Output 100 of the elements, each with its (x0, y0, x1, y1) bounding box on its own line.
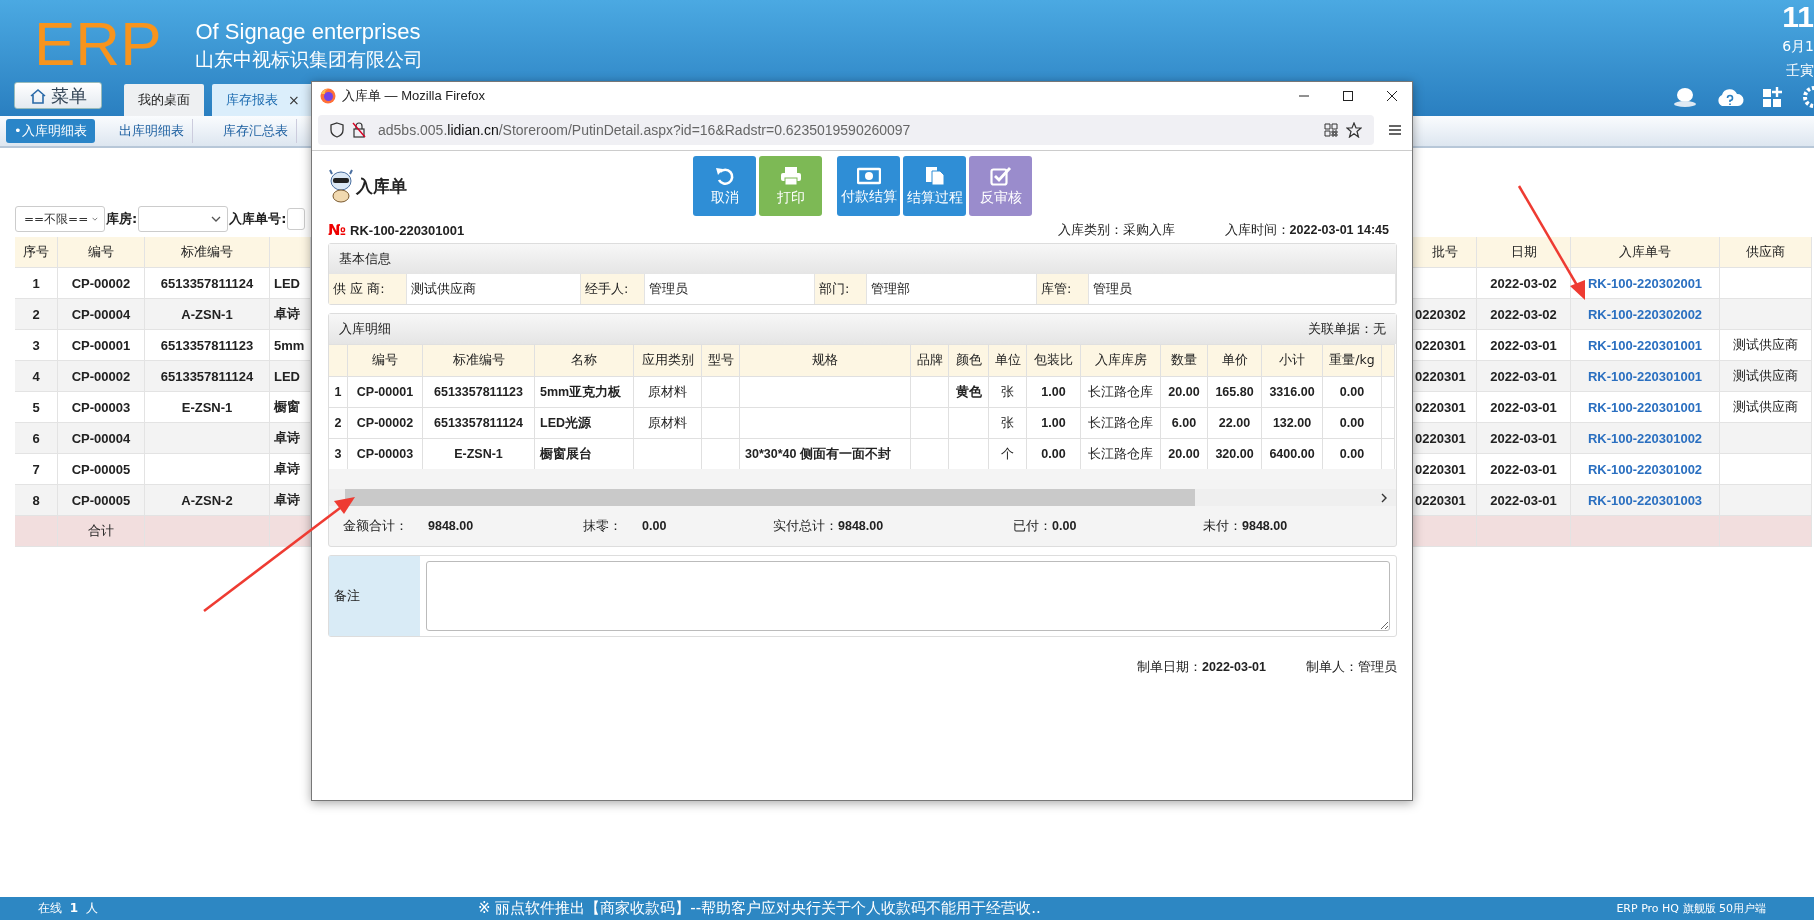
table-cell: 8 (15, 485, 58, 516)
table-cell: 4 (15, 361, 58, 392)
total-item: 未付：9848.00 (1203, 517, 1288, 535)
caret-icon (92, 216, 98, 222)
field-label: 供 应 商: (329, 274, 407, 304)
table-cell (911, 438, 949, 469)
order-link[interactable]: RK-100-220301001 (1571, 361, 1720, 392)
linked-docs-label: 关联单据： (1308, 320, 1373, 338)
table-cell: 长江路仓库 (1081, 407, 1161, 438)
sub-tab[interactable]: •入库明细表 (6, 119, 95, 143)
type-value: 采购入库 (1122, 221, 1175, 239)
close-icon[interactable] (1386, 90, 1398, 102)
column-header: 编号 (348, 344, 423, 376)
order-number-field[interactable] (287, 208, 306, 230)
table-cell: CP-00004 (58, 299, 145, 330)
type-label: 入库类别： (1057, 221, 1123, 239)
field-value: 管理员 (1089, 274, 1396, 304)
table-cell: 0220301 (1413, 361, 1477, 392)
total-item: 抹零： 0.00 (583, 517, 668, 535)
column-header: 编号 (58, 237, 145, 268)
tab[interactable]: 库存报表 × (212, 84, 314, 116)
table-cell: 卓诗 (270, 299, 311, 330)
created-by: 制单人：管理员 (1306, 659, 1397, 676)
remark-field[interactable] (426, 561, 1390, 631)
warehouse-label: 库房: (106, 210, 138, 228)
address-bar[interactable]: ad5bs.005.lidian.cn/Storeroom/PutinDetail.aspx?id=16&Radstr=0.6235019590260097 (318, 115, 1374, 145)
table-cell: A-ZSN-1 (145, 299, 270, 330)
column-header: 标准编号 (145, 237, 270, 268)
table-cell: 0.00 (1027, 438, 1081, 469)
column-header: 重量/kg (1323, 344, 1382, 376)
action-button[interactable]: 取消 (693, 156, 756, 216)
linked-docs-value: 无 (1373, 320, 1386, 338)
table-cell: 长江路仓库 (1081, 438, 1161, 469)
sub-tab[interactable]: 库存汇总表 (214, 119, 297, 143)
column-header: 数量 (1161, 344, 1208, 376)
close-icon[interactable]: × (288, 92, 300, 108)
table-cell (702, 376, 740, 407)
field-label: 经手人: (581, 274, 645, 304)
order-link[interactable]: RK-100-220301002 (1571, 423, 1720, 454)
form-title: 入库单 (356, 174, 407, 198)
table-cell (911, 407, 949, 438)
table-cell (15, 516, 58, 547)
maximize-icon[interactable] (1342, 90, 1354, 102)
row-number: 3 (329, 438, 348, 469)
tab[interactable]: 我的桌面 (124, 84, 204, 116)
table-cell: 22.00 (1208, 407, 1262, 438)
browser-logo-icon (320, 88, 336, 104)
order-link[interactable]: RK-100-220301003 (1571, 485, 1720, 516)
sub-tab[interactable]: 出库明细表 (110, 119, 193, 143)
qr-code-icon[interactable] (1324, 123, 1338, 137)
action-button[interactable]: 反审核 (969, 156, 1032, 216)
menu-icon[interactable] (1388, 124, 1402, 136)
action-button[interactable]: 结算过程 (903, 156, 966, 216)
horizontal-scrollbar[interactable] (329, 489, 1396, 506)
order-link[interactable]: RK-100-220302002 (1571, 299, 1720, 330)
status-select[interactable]: ==不限== (15, 206, 105, 232)
url-text: ad5bs.005.lidian.cn/Storeroom/PutinDetail.aspx?id=16&Radstr=0.6235019590260097 (378, 122, 912, 138)
number-sign: № (328, 221, 347, 239)
home-icon (29, 87, 47, 104)
table-cell: 20.00 (1161, 376, 1208, 407)
row-number: 1 (329, 376, 348, 407)
cloud-help-icon[interactable] (1716, 86, 1744, 108)
menu-button[interactable]: 菜单 (14, 82, 102, 109)
documents-icon (924, 165, 945, 186)
table-cell (702, 438, 740, 469)
table-cell: 0220301 (1413, 423, 1477, 454)
table-cell (270, 516, 311, 547)
column-header: 小计 (1262, 344, 1323, 376)
table-cell: CP-00005 (58, 485, 145, 516)
column-header: 入库单号 (1571, 237, 1720, 268)
panel-heading: 基本信息 (339, 250, 391, 268)
user-icon[interactable] (1672, 86, 1698, 108)
column-header: 品牌 (911, 344, 949, 376)
table-cell (911, 376, 949, 407)
table-cell: 2022-03-01 (1477, 485, 1571, 516)
table-cell: CP-00003 (348, 438, 423, 469)
table-cell: 张 (989, 407, 1027, 438)
column-header: 序号 (15, 237, 58, 268)
table-cell: 132.00 (1262, 407, 1323, 438)
field-label: 库管: (1037, 274, 1089, 304)
total-item: 实付总计：9848.00 (773, 517, 885, 535)
table-cell (1413, 516, 1477, 547)
table-cell: 2 (15, 299, 58, 330)
column-header: 批号 (1413, 237, 1477, 268)
checkbox-icon (989, 165, 1012, 186)
action-button[interactable]: 付款结算 (837, 156, 900, 216)
banknote-icon (856, 166, 881, 185)
table-cell: 原材料 (634, 376, 702, 407)
field-label: 部门: (815, 274, 867, 304)
settings-icon[interactable] (1802, 85, 1814, 109)
table-cell: CP-00001 (348, 376, 423, 407)
mascot-icon (328, 169, 354, 203)
shield-icon (330, 122, 344, 138)
lunar-date: 壬寅 (1786, 61, 1814, 80)
table-cell: E-ZSN-1 (423, 438, 535, 469)
table-cell: 1.00 (1027, 407, 1081, 438)
grid-add-icon[interactable] (1762, 86, 1784, 108)
table-cell: 6513357811123 (423, 376, 535, 407)
chevron-right-icon[interactable] (1380, 492, 1388, 503)
star-icon[interactable] (1346, 122, 1362, 138)
